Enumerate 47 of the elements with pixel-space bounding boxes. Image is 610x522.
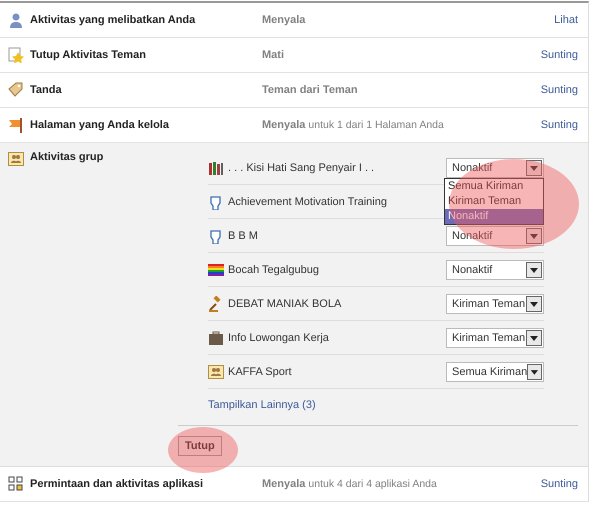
flag-icon bbox=[8, 117, 24, 133]
privacy-select[interactable]: Semua Kiriman bbox=[446, 362, 544, 382]
star-icon bbox=[8, 47, 24, 63]
status-detail: untuk 4 dari 4 aplikasi Anda bbox=[308, 478, 437, 490]
setting-label: Aktivitas grup bbox=[30, 151, 104, 163]
setting-label: Halaman yang Anda kelola bbox=[30, 119, 170, 131]
group-name: Achievement Motivation Training bbox=[228, 196, 387, 208]
person-icon bbox=[8, 12, 24, 28]
edit-link[interactable]: Lihat bbox=[554, 14, 578, 26]
group-name: . . . Kisi Hati Sang Penyair I . . bbox=[228, 162, 374, 174]
apps-icon bbox=[8, 476, 24, 492]
edit-link[interactable]: Sunting bbox=[540, 49, 578, 61]
group-icon bbox=[8, 151, 24, 167]
group-icon bbox=[208, 364, 224, 380]
privacy-select[interactable]: Nonaktif bbox=[446, 158, 544, 178]
rainbow-flag-icon bbox=[208, 262, 224, 278]
setting-status: Menyala bbox=[262, 119, 306, 131]
select-value: Kiriman Teman bbox=[452, 298, 526, 310]
privacy-select[interactable]: Kiriman Teman bbox=[446, 328, 544, 348]
select-value: Kiriman Teman bbox=[452, 332, 526, 344]
close-button[interactable]: Tutup bbox=[178, 436, 222, 456]
setting-label: Tutup Aktivitas Teman bbox=[30, 49, 147, 61]
edit-link[interactable]: Sunting bbox=[540, 478, 578, 490]
group-name: DEBAT MANIAK BOLA bbox=[228, 298, 342, 310]
group-name: KAFFA Sport bbox=[228, 366, 292, 378]
setting-status: Mati bbox=[262, 49, 284, 61]
setting-label: Tanda bbox=[30, 84, 63, 96]
select-value: Nonaktif bbox=[452, 162, 492, 174]
setting-label: Permintaan dan aktivitas aplikasi bbox=[30, 478, 204, 490]
privacy-select[interactable]: Kiriman Teman bbox=[446, 294, 544, 314]
group-name: Bocah Tegalgubug bbox=[228, 264, 319, 276]
books-icon bbox=[208, 160, 224, 176]
select-value: Nonaktif bbox=[452, 264, 492, 276]
briefcase-icon bbox=[208, 330, 224, 346]
setting-status: Teman dari Teman bbox=[262, 84, 358, 96]
edit-link[interactable]: Sunting bbox=[540, 119, 578, 131]
show-more-link[interactable]: Tampilkan Lainnya (3) bbox=[208, 399, 316, 411]
select-value: Semua Kiriman bbox=[452, 366, 528, 378]
group-name: B B M bbox=[228, 230, 258, 242]
tag-icon bbox=[8, 82, 24, 98]
status-detail: untuk 1 dari 1 Halaman Anda bbox=[308, 119, 444, 131]
setting-label: Aktivitas yang melibatkan Anda bbox=[30, 14, 196, 26]
privacy-select[interactable]: Nonaktif bbox=[446, 260, 544, 280]
edit-link[interactable]: Sunting bbox=[540, 84, 578, 96]
setting-status: Menyala bbox=[262, 14, 306, 26]
group-name: Info Lowongan Kerja bbox=[228, 332, 329, 344]
setting-status: Menyala bbox=[262, 478, 306, 490]
